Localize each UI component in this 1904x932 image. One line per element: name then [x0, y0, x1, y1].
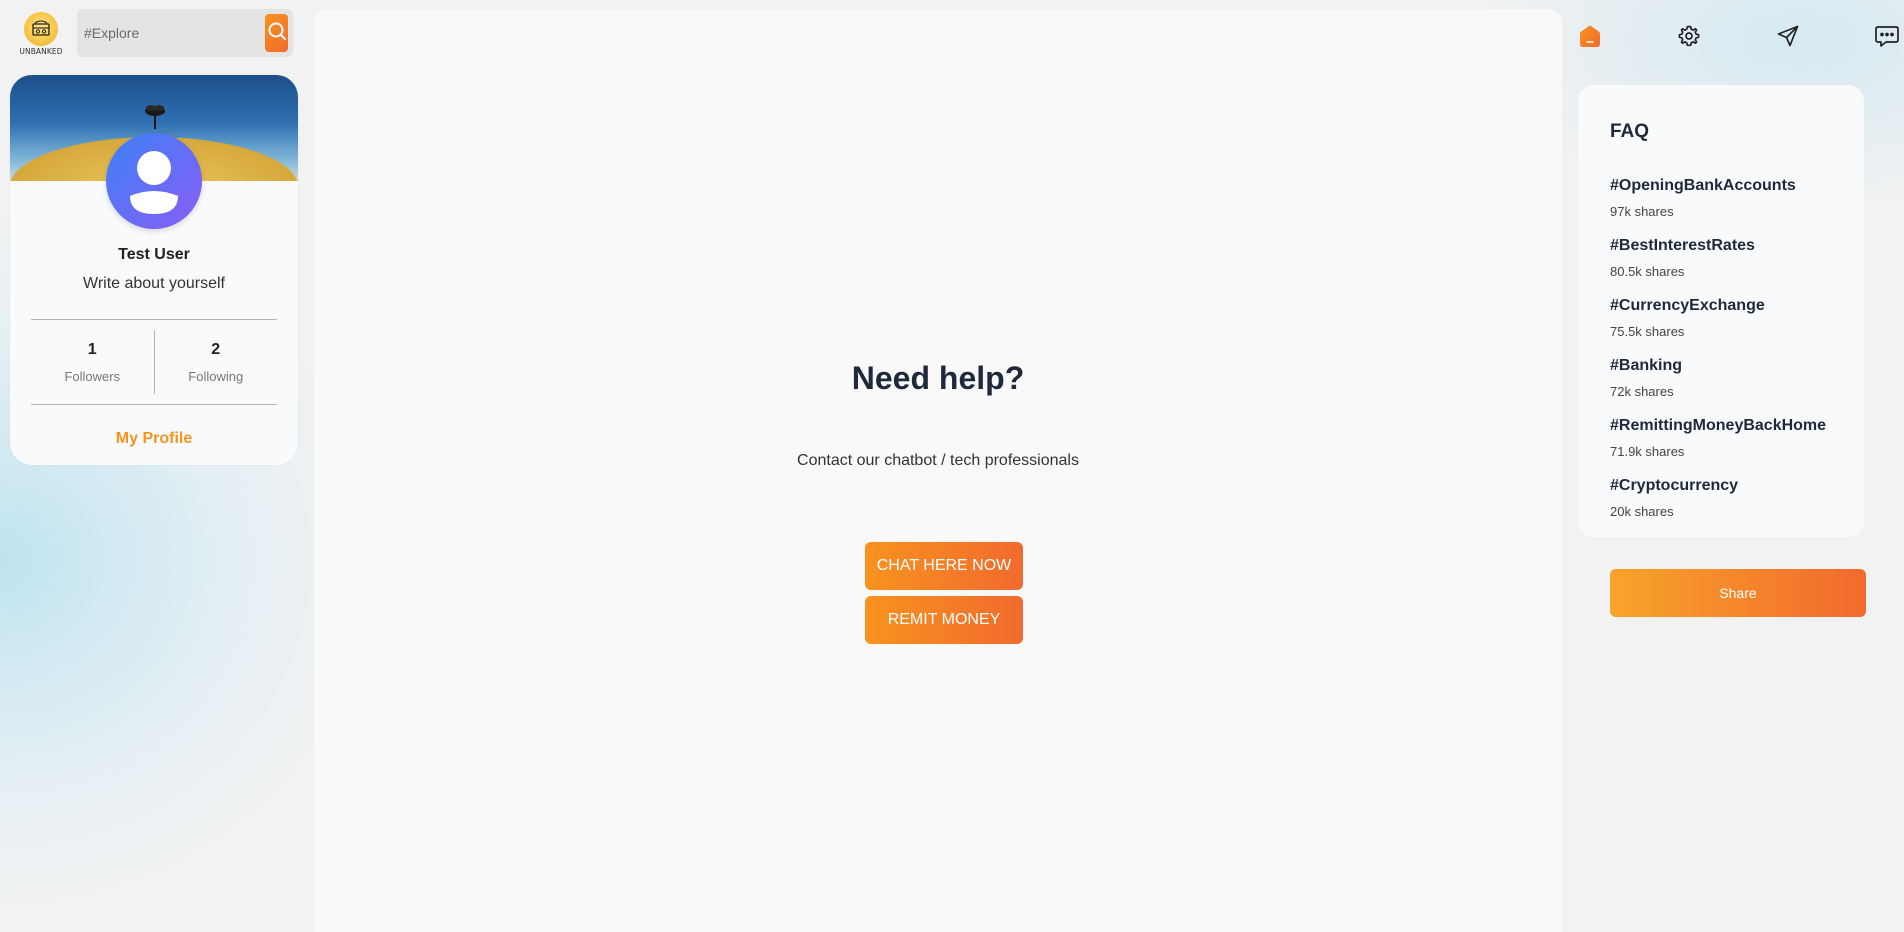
followers-count: 1 [87, 340, 97, 358]
faq-tag[interactable]: #OpeningBankAccounts [1610, 177, 1826, 195]
remit-money-button[interactable]: REMIT MONEY [865, 596, 1023, 644]
my-profile-link[interactable]: My Profile [10, 430, 298, 448]
send-icon[interactable] [1774, 22, 1802, 50]
avatar[interactable] [106, 133, 202, 229]
faq-shares: 20k shares [1610, 504, 1674, 519]
home-icon[interactable] [1576, 22, 1604, 50]
faq-tag[interactable]: #Cryptocurrency [1610, 477, 1826, 495]
following-stat[interactable]: 2 Following [155, 341, 278, 384]
faq-panel: FAQ #OpeningBankAccounts 97k shares #Bes… [1578, 85, 1864, 537]
faq-item[interactable]: #CurrencyExchange 75.5k shares [1610, 297, 1826, 357]
logo-text: UNBANKED [19, 47, 63, 56]
faq-tag[interactable]: #CurrencyExchange [1610, 297, 1826, 315]
profile-bio[interactable]: Write about yourself [10, 275, 298, 293]
faq-shares: 71.9k shares [1610, 444, 1685, 459]
faq-tag[interactable]: #RemittingMoneyBackHome [1610, 417, 1826, 435]
faq-list: #OpeningBankAccounts 97k shares #BestInt… [1610, 177, 1826, 537]
gear-icon[interactable] [1675, 22, 1703, 50]
faq-shares: 75.5k shares [1610, 324, 1685, 339]
profile-name: Test User [118, 246, 190, 263]
faq-item[interactable]: #Banking 72k shares [1610, 357, 1826, 417]
main-panel: Need help? Contact our chatbot / tech pr… [314, 9, 1562, 932]
faq-shares: 97k shares [1610, 204, 1674, 219]
faq-title: FAQ [1610, 121, 1650, 142]
following-count: 2 [211, 340, 221, 358]
faq-item[interactable]: #BestInterestRates 80.5k shares [1610, 237, 1826, 297]
faq-item[interactable]: #Cryptocurrency 20k shares [1610, 477, 1826, 537]
faq-tag[interactable]: #Banking [1610, 357, 1826, 375]
search-icon [267, 21, 287, 46]
top-nav-icons [1576, 22, 1904, 54]
unbanked-logo[interactable]: UNBANKED [17, 12, 65, 58]
faq-tag[interactable]: #BestInterestRates [1610, 237, 1826, 255]
profile-stats: 1 Followers 2 Following [31, 319, 277, 405]
chat-here-now-button[interactable]: CHAT HERE NOW [865, 542, 1023, 590]
unbanked-logo-icon [24, 12, 58, 46]
help-title: Need help? [851, 360, 1025, 396]
search-button[interactable] [265, 14, 288, 52]
search-bar [77, 9, 293, 57]
followers-label: Followers [64, 368, 121, 384]
faq-item[interactable]: #OpeningBankAccounts 97k shares [1610, 177, 1826, 237]
profile-card: Test User Write about yourself 1 Followe… [10, 75, 298, 465]
chat-bubble-icon[interactable] [1873, 22, 1901, 50]
faq-shares: 72k shares [1610, 384, 1674, 399]
following-label: Following [188, 368, 244, 384]
share-button[interactable]: Share [1610, 569, 1866, 617]
help-subtitle: Contact our chatbot / tech professionals [797, 452, 1079, 469]
search-input[interactable] [77, 9, 265, 57]
followers-stat[interactable]: 1 Followers [31, 341, 154, 384]
faq-shares: 80.5k shares [1610, 264, 1685, 279]
faq-item[interactable]: #RemittingMoneyBackHome 71.9k shares [1610, 417, 1826, 477]
